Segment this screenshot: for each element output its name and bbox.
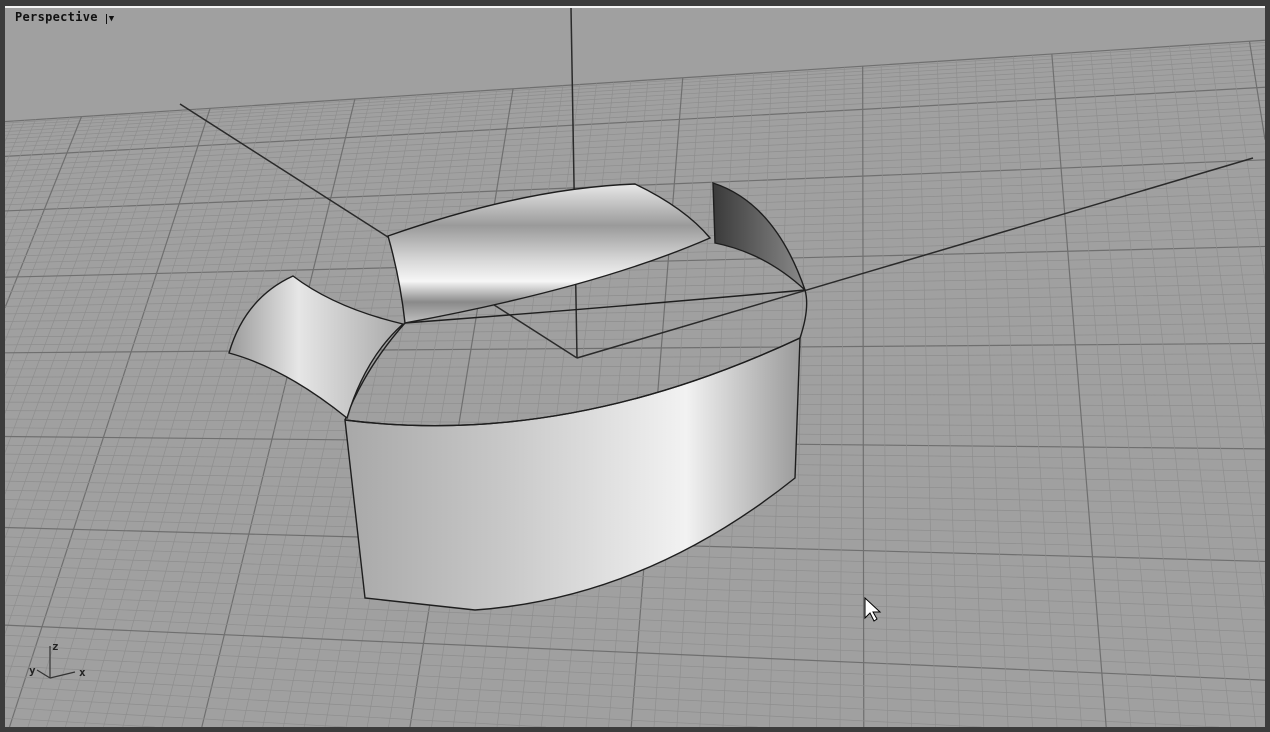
grid-minor-line: [1032, 55, 1082, 727]
grid-minor-line: [974, 58, 1009, 727]
viewport-title: Perspective: [15, 10, 98, 24]
grid-minor-line: [540, 82, 614, 727]
grid-minor-line: [5, 594, 1265, 645]
grid-minor-line: [880, 65, 888, 727]
grid-minor-line: [955, 60, 985, 727]
3d-scene[interactable]: [5, 8, 1265, 727]
grid-minor-line: [474, 85, 564, 727]
grid-minor-line: [1169, 46, 1257, 727]
axis-label-z: z: [52, 640, 59, 653]
grid-minor-line: [452, 86, 547, 727]
z-axis-line: [570, 8, 578, 359]
perspective-viewport[interactable]: Perspective ▼ z x y: [5, 6, 1265, 727]
grid-minor-line: [1129, 48, 1207, 727]
grid-minor-line: [5, 363, 1265, 370]
grid-minor-line: [5, 393, 1265, 396]
grid-minor-line: [496, 84, 580, 727]
grid-major-line: [5, 86, 1265, 157]
grid-minor-line: [5, 293, 1265, 315]
grid-minor-line: [5, 614, 1265, 669]
grid-minor-line: [839, 67, 845, 727]
grid-major-line: [1248, 41, 1265, 140]
grid-minor-line: [1012, 56, 1058, 727]
grid-minor-line: [899, 63, 912, 727]
grid-minor-line: [5, 373, 1265, 378]
grid-minor-line: [5, 584, 1265, 633]
grid-minor-line: [27, 107, 225, 727]
dropdown-arrow-icon[interactable]: ▼: [105, 14, 115, 24]
grid-minor-line: [5, 717, 155, 727]
grid-minor-line: [366, 90, 481, 727]
grid-minor-line: [1149, 47, 1232, 727]
grid-minor-line: [518, 83, 597, 727]
axis-widget: z x y: [29, 640, 86, 679]
grid-minor-line: [5, 575, 1265, 621]
grid-minor-line: [993, 57, 1033, 727]
axis-label-y: y: [29, 664, 36, 677]
grid-major-line: [409, 88, 514, 727]
grid-minor-line: [5, 121, 1265, 183]
construction-grid: [5, 39, 1265, 727]
grid-minor-line: [816, 68, 827, 727]
grid-minor-line: [1208, 43, 1265, 436]
grid-minor-line: [262, 95, 402, 727]
grid-major-line: [862, 66, 865, 727]
fin-surface[interactable]: [712, 182, 806, 291]
front-wall-surface[interactable]: [344, 336, 801, 611]
grid-minor-line: [5, 303, 1265, 322]
rhino-viewport-frame: Perspective ▼ z x y: [0, 0, 1270, 732]
grid-minor-line: [5, 707, 346, 727]
grid-minor-line: [283, 94, 418, 727]
axis-label-x: x: [79, 666, 86, 679]
grid-minor-line: [936, 61, 960, 727]
grid-minor-line: [5, 53, 1265, 132]
grid-minor-line: [5, 313, 1265, 330]
viewport-title-menu[interactable]: Perspective ▼: [15, 10, 115, 24]
grid-minor-line: [1109, 50, 1182, 727]
grid-minor-line: [5, 686, 758, 727]
spout-surface[interactable]: [228, 275, 405, 420]
grid-major-line: [1051, 53, 1107, 727]
grid-minor-line: [5, 675, 982, 727]
grid-minor-line: [5, 384, 1265, 386]
grid-major-line: [8, 108, 211, 727]
